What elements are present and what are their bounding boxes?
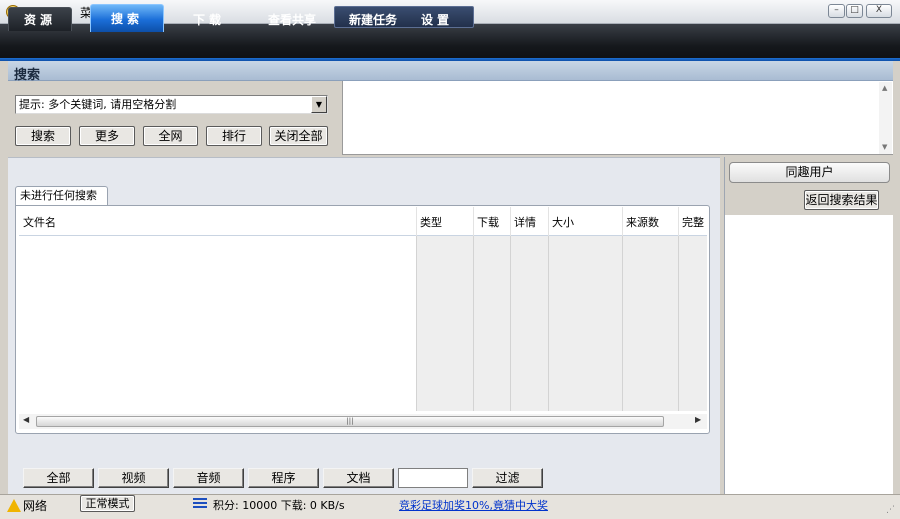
filter-video-button[interactable]: 视频 [98,468,169,488]
column-divider[interactable] [548,207,549,236]
resize-grip-icon[interactable]: ⋰ [886,505,895,515]
tab-resources[interactable]: 资源 [8,7,72,31]
column-divider[interactable] [510,207,511,236]
column-header-download[interactable]: 下载 [477,214,499,230]
scroll-left-icon[interactable]: ◀ [23,415,29,424]
filter-input[interactable] [398,468,468,488]
minimize-button[interactable]: – [828,4,845,18]
search-button[interactable]: 搜索 [15,126,71,146]
column-shade-type [416,236,473,411]
promo-link[interactable]: 竞彩足球加奖10%,竟猜中大奖 [399,497,548,513]
column-header-sources[interactable]: 来源数 [626,214,659,230]
chevron-down-icon[interactable]: ▼ [311,96,327,113]
filter-apply-button[interactable]: 过滤 [472,468,543,488]
result-tab[interactable]: 未进行任何搜索 [15,186,108,206]
filter-all-button[interactable]: 全部 [23,468,94,488]
column-shade-complete [678,236,707,411]
stats-icon [193,498,207,508]
filter-document-button[interactable]: 文档 [323,468,394,488]
new-task-link[interactable]: 新建任务 [349,11,397,28]
column-header-details[interactable]: 详情 [514,214,536,230]
settings-link[interactable]: 设置 [421,11,453,28]
column-header-filename[interactable]: 文件名 [23,214,56,230]
scroll-up-icon[interactable]: ▲ [882,84,887,92]
stats-text: 积分: 10000 下载: 0 KB/s [213,499,345,512]
log-scrollbar[interactable]: ▲ ▼ [879,82,892,154]
network-status[interactable]: 网络 [7,497,47,514]
close-button[interactable]: X [866,4,892,18]
maximize-button[interactable]: □ [846,4,863,18]
column-divider[interactable] [678,207,679,236]
close-all-button[interactable]: 关闭全部 [269,126,328,146]
mode-button[interactable]: 正常模式 [80,495,135,512]
filter-audio-button[interactable]: 音频 [173,468,244,488]
scrollbar-thumb[interactable]: ||| [36,416,664,427]
more-button[interactable]: 更多 [79,126,135,146]
column-shade-size [548,236,622,411]
tab-view-share[interactable]: 查看共享 [252,7,332,31]
ranking-button[interactable]: 排行 [206,126,262,146]
scroll-down-icon[interactable]: ▼ [882,143,887,151]
column-header-type[interactable]: 类型 [420,214,442,230]
column-divider[interactable] [416,207,417,236]
column-header-complete[interactable]: 完整 [682,214,704,230]
tab-search[interactable]: 搜索 [90,4,164,32]
all-network-button[interactable]: 全网 [143,126,198,146]
column-divider[interactable] [622,207,623,236]
scroll-right-icon[interactable]: ▶ [695,415,701,424]
column-divider[interactable] [473,207,474,236]
section-header [8,61,893,81]
back-to-results-button[interactable]: 返回搜索结果 [804,190,879,210]
column-shade-download [473,236,510,411]
column-shade-details [510,236,548,411]
filter-program-button[interactable]: 程序 [248,468,319,488]
tab-download[interactable]: 下载 [174,7,244,31]
similar-users-list [725,215,893,494]
search-log-area[interactable] [342,81,893,155]
similar-users-button[interactable]: 同趣用户 [729,162,890,183]
warning-icon [7,499,21,512]
table-header [19,207,707,236]
network-label: 网络 [23,499,48,513]
column-header-size[interactable]: 大小 [552,214,574,230]
column-shade-sources [622,236,678,411]
search-keyword-select[interactable]: 提示: 多个关键词, 请用空格分割 [15,95,328,114]
